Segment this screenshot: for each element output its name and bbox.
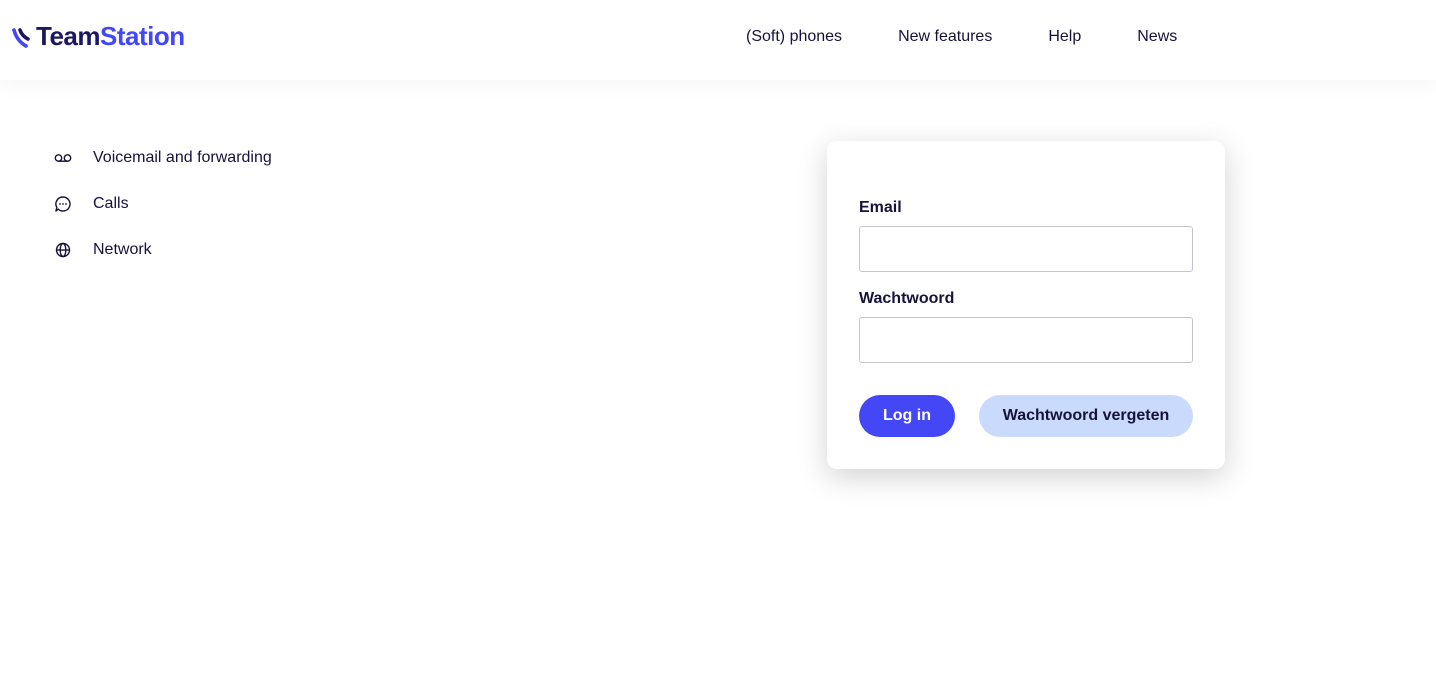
password-label: Wachtwoord [859, 290, 955, 307]
voicemail-icon [52, 147, 74, 169]
nav-link-news[interactable]: News [1137, 27, 1177, 47]
sidebar-item-calls[interactable]: Calls [52, 192, 272, 216]
email-field[interactable] [859, 226, 1193, 272]
sidebar-item-label: Voicemail and forwarding [93, 149, 272, 166]
nav-link-help[interactable]: Help [1048, 27, 1081, 47]
globe-icon [52, 239, 74, 261]
logo-text-team: Team [36, 21, 101, 51]
sidebar-item-label: Network [93, 241, 152, 258]
sidebar-item-label: Calls [93, 195, 129, 212]
login-card: Email Wachtwoord Log in Wachtwoord verge… [827, 141, 1225, 469]
email-label: Email [859, 199, 902, 216]
logo-text-station: Station [100, 21, 185, 51]
main-nav: (Soft) phones New features Help News [746, 27, 1177, 47]
nav-link-new-features[interactable]: New features [898, 27, 992, 47]
nav-link-soft-phones[interactable]: (Soft) phones [746, 27, 842, 47]
login-button[interactable]: Log in [859, 395, 955, 437]
teamstation-logo[interactable]: TeamStation [12, 20, 185, 52]
chat-bubble-icon [52, 193, 74, 215]
teamstation-logo-icon [12, 23, 34, 49]
sidebar-item-voicemail[interactable]: Voicemail and forwarding [52, 146, 272, 170]
forgot-password-button[interactable]: Wachtwoord vergeten [979, 395, 1193, 437]
logo-text: TeamStation [36, 20, 185, 52]
sidebar: Voicemail and forwarding Calls Network [52, 146, 272, 284]
top-header: TeamStation (Soft) phones New features H… [0, 0, 1436, 80]
sidebar-item-network[interactable]: Network [52, 238, 272, 262]
password-field[interactable] [859, 317, 1193, 363]
